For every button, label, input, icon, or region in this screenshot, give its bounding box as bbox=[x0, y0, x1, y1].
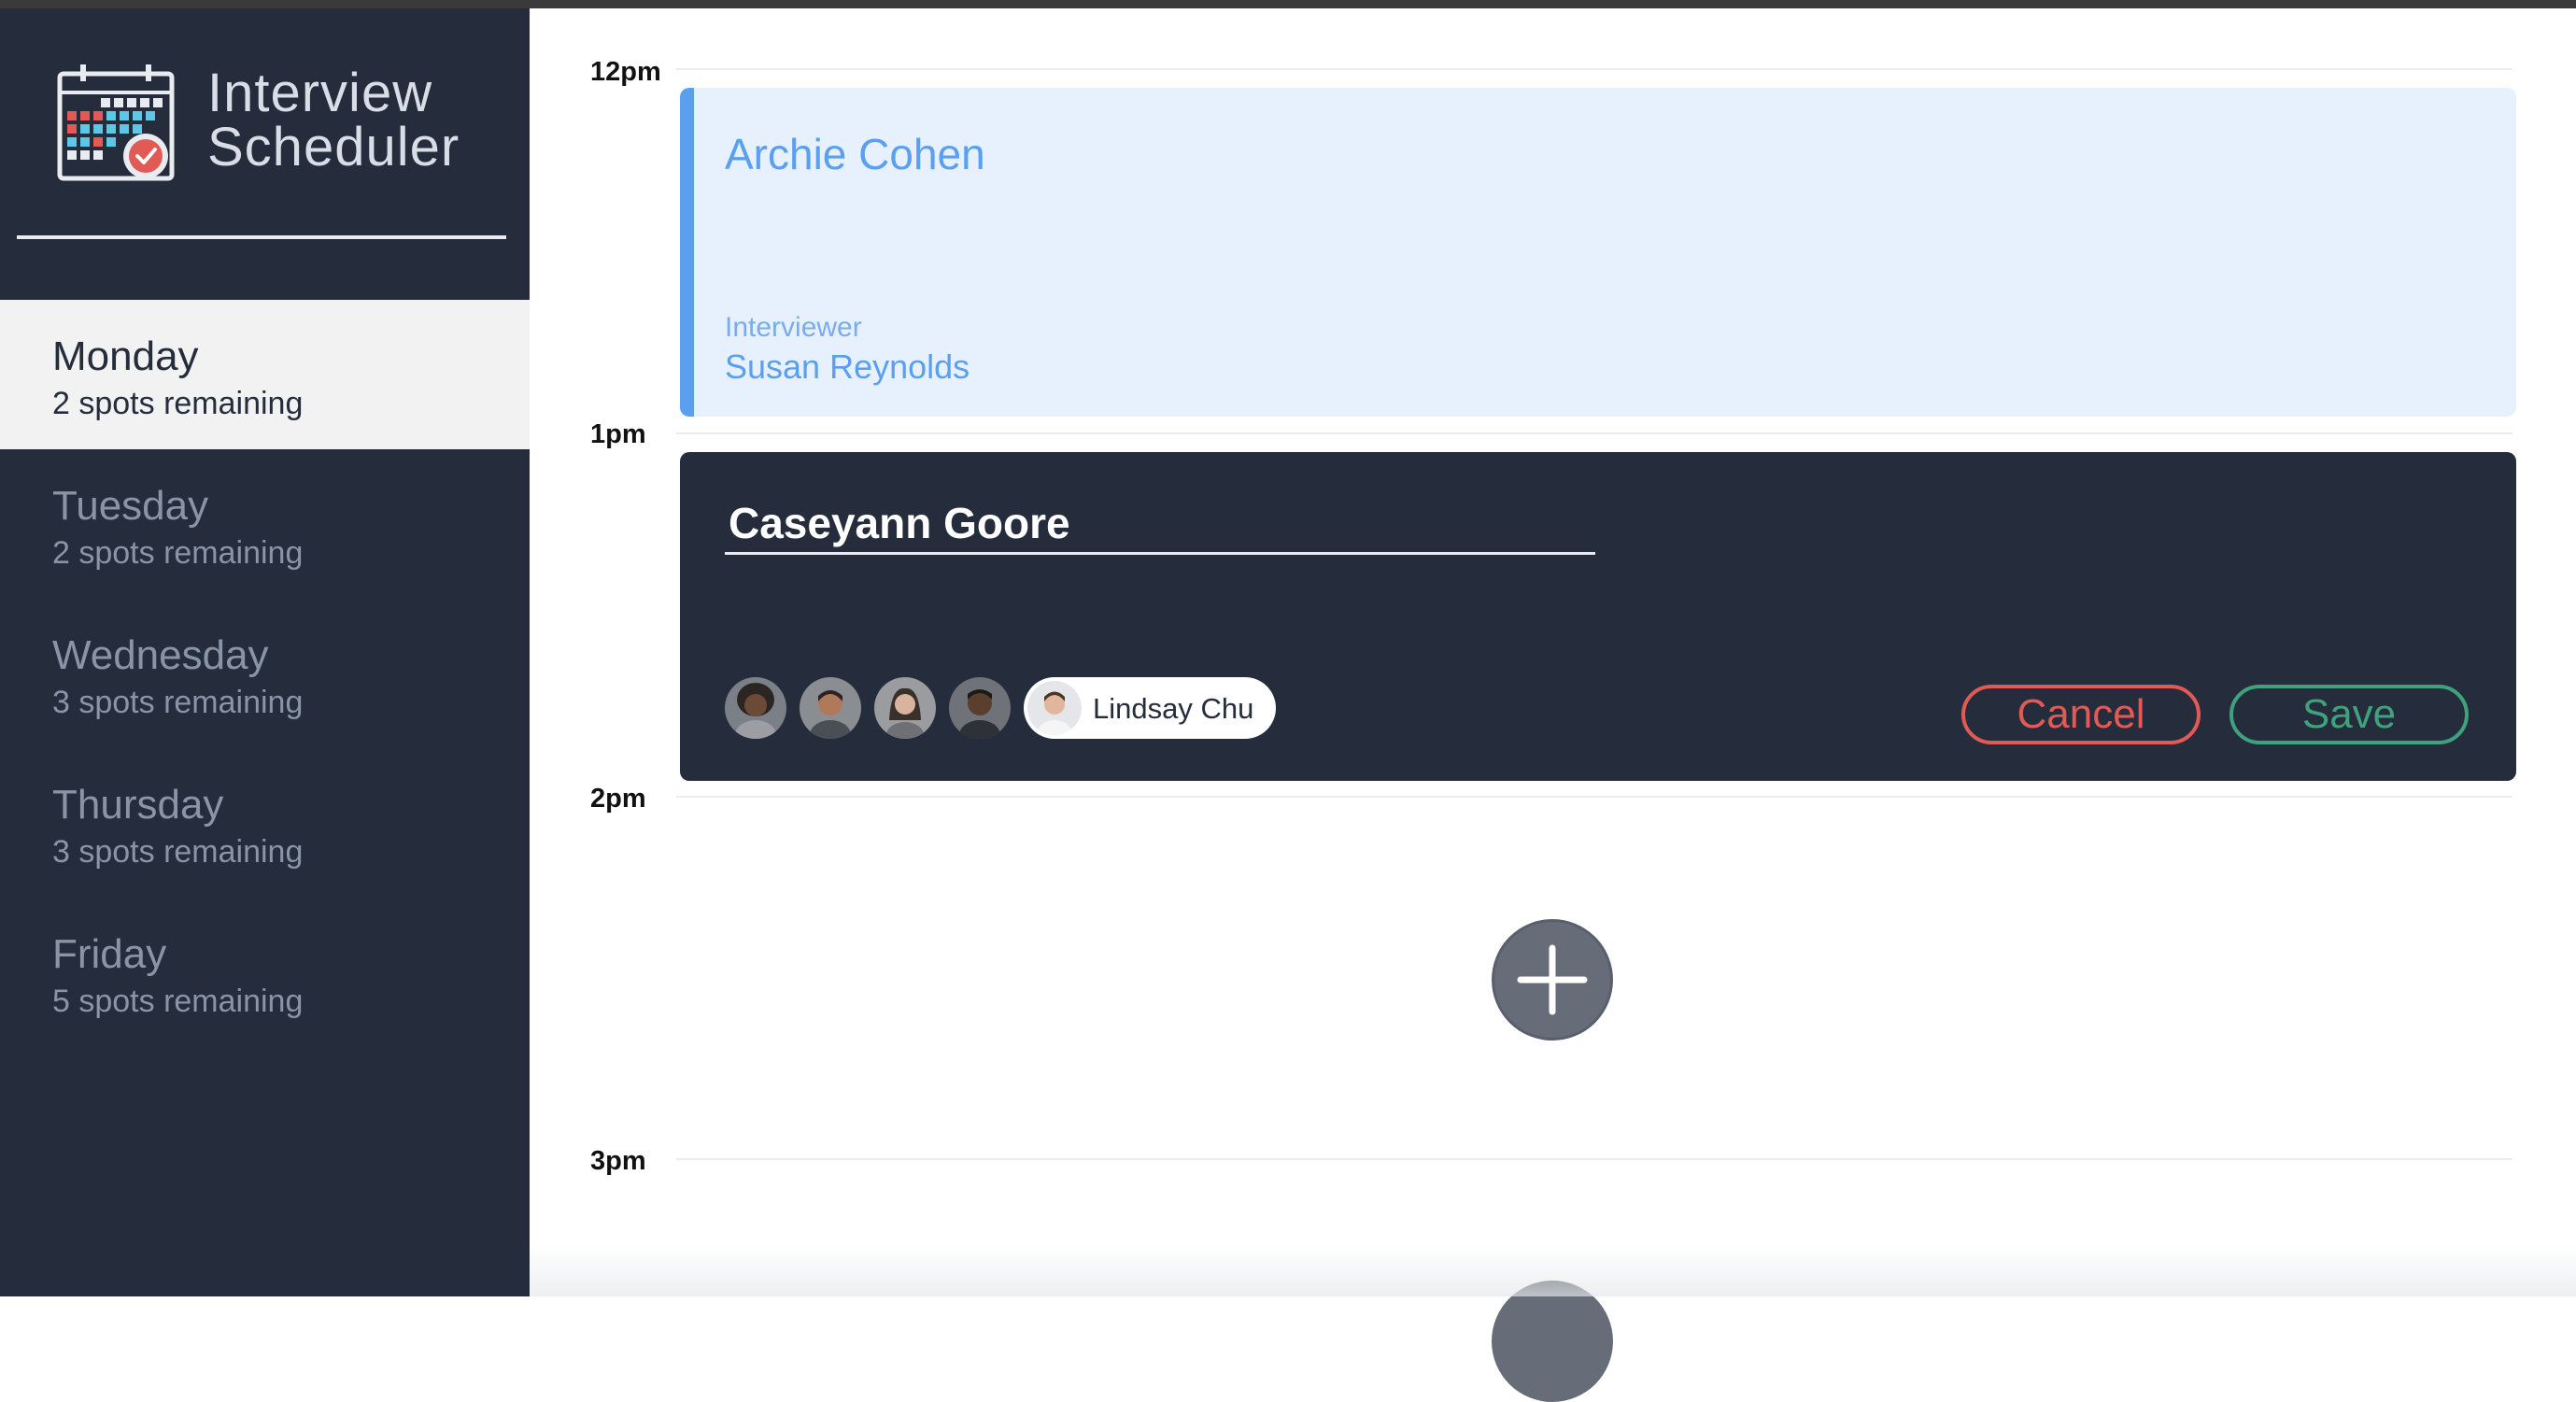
interviewer-avatar[interactable] bbox=[800, 677, 861, 739]
add-appointment-button[interactable] bbox=[1492, 919, 1613, 1041]
sidebar-divider bbox=[17, 235, 506, 239]
student-name: Archie Cohen bbox=[725, 130, 985, 178]
cancel-button[interactable]: Cancel bbox=[1961, 685, 2201, 744]
selected-interviewer-chip[interactable]: Lindsay Chu bbox=[1024, 677, 1276, 739]
app-title-line-1: Interview bbox=[207, 63, 433, 123]
interviewer-avatar[interactable] bbox=[949, 677, 1011, 739]
selected-interviewer-avatar bbox=[1027, 681, 1082, 735]
interviewer-name: Susan Reynolds bbox=[725, 347, 970, 386]
appointment-accent-bar bbox=[680, 88, 694, 417]
interviewer-label: Interviewer bbox=[725, 312, 862, 343]
calendar-check-icon bbox=[57, 64, 175, 181]
hour-divider bbox=[676, 68, 2512, 70]
selected-interviewer-name: Lindsay Chu bbox=[1093, 692, 1254, 725]
appointment-form: Lindsay Chu Cancel Save bbox=[680, 452, 2516, 781]
interviewer-avatar[interactable] bbox=[725, 677, 786, 739]
day-name: Monday bbox=[52, 333, 199, 379]
day-list-item-thursday[interactable]: Thursday 3 spots remaining bbox=[0, 748, 530, 898]
hour-label-1pm: 1pm bbox=[590, 419, 646, 449]
sidebar: Interview Scheduler Monday 2 spots remai… bbox=[0, 8, 530, 1296]
day-name: Friday bbox=[52, 931, 167, 977]
appointment-show: Archie Cohen Interviewer Susan Reynolds bbox=[680, 88, 2516, 417]
day-name: Wednesday bbox=[52, 632, 269, 678]
plus-icon bbox=[1517, 944, 1588, 1015]
day-list-item-monday[interactable]: Monday 2 spots remaining bbox=[0, 300, 530, 449]
hour-divider bbox=[676, 1158, 2512, 1160]
schedule: 12pm Archie Cohen Interviewer Susan Reyn… bbox=[530, 8, 2576, 1402]
person-avatar-icon bbox=[725, 677, 786, 739]
day-list-item-wednesday[interactable]: Wednesday 3 spots remaining bbox=[0, 599, 530, 748]
day-list-item-tuesday[interactable]: Tuesday 2 spots remaining bbox=[0, 449, 530, 599]
day-spots: 3 spots remaining bbox=[52, 685, 304, 720]
hour-label-12pm: 12pm bbox=[590, 57, 661, 87]
window-top-bar bbox=[0, 0, 2576, 8]
day-spots: 3 spots remaining bbox=[52, 834, 304, 870]
hour-label-3pm: 3pm bbox=[590, 1146, 646, 1176]
hour-divider bbox=[676, 432, 2512, 434]
person-avatar-icon bbox=[800, 677, 861, 739]
day-list-item-friday[interactable]: Friday 5 spots remaining bbox=[0, 898, 530, 1047]
scroll-fade bbox=[530, 1245, 2576, 1296]
day-spots: 2 spots remaining bbox=[52, 386, 304, 421]
app-title-line-2: Scheduler bbox=[207, 117, 460, 177]
hour-label-2pm: 2pm bbox=[590, 784, 646, 814]
save-button[interactable]: Save bbox=[2229, 685, 2469, 744]
day-list: Monday 2 spots remaining Tuesday 2 spots… bbox=[0, 300, 530, 1047]
day-spots: 2 spots remaining bbox=[52, 535, 304, 571]
day-name: Thursday bbox=[52, 782, 224, 828]
add-appointment-button[interactable] bbox=[1492, 1281, 1613, 1402]
student-name-input[interactable] bbox=[725, 493, 1595, 555]
day-spots: 5 spots remaining bbox=[52, 984, 304, 1019]
person-avatar-icon bbox=[1027, 681, 1082, 735]
interviewer-avatar[interactable] bbox=[874, 677, 936, 739]
day-name: Tuesday bbox=[52, 483, 209, 529]
person-avatar-icon bbox=[874, 677, 936, 739]
hour-divider bbox=[676, 796, 2512, 798]
app-title: Interview Scheduler bbox=[207, 66, 460, 175]
person-avatar-icon bbox=[949, 677, 1011, 739]
